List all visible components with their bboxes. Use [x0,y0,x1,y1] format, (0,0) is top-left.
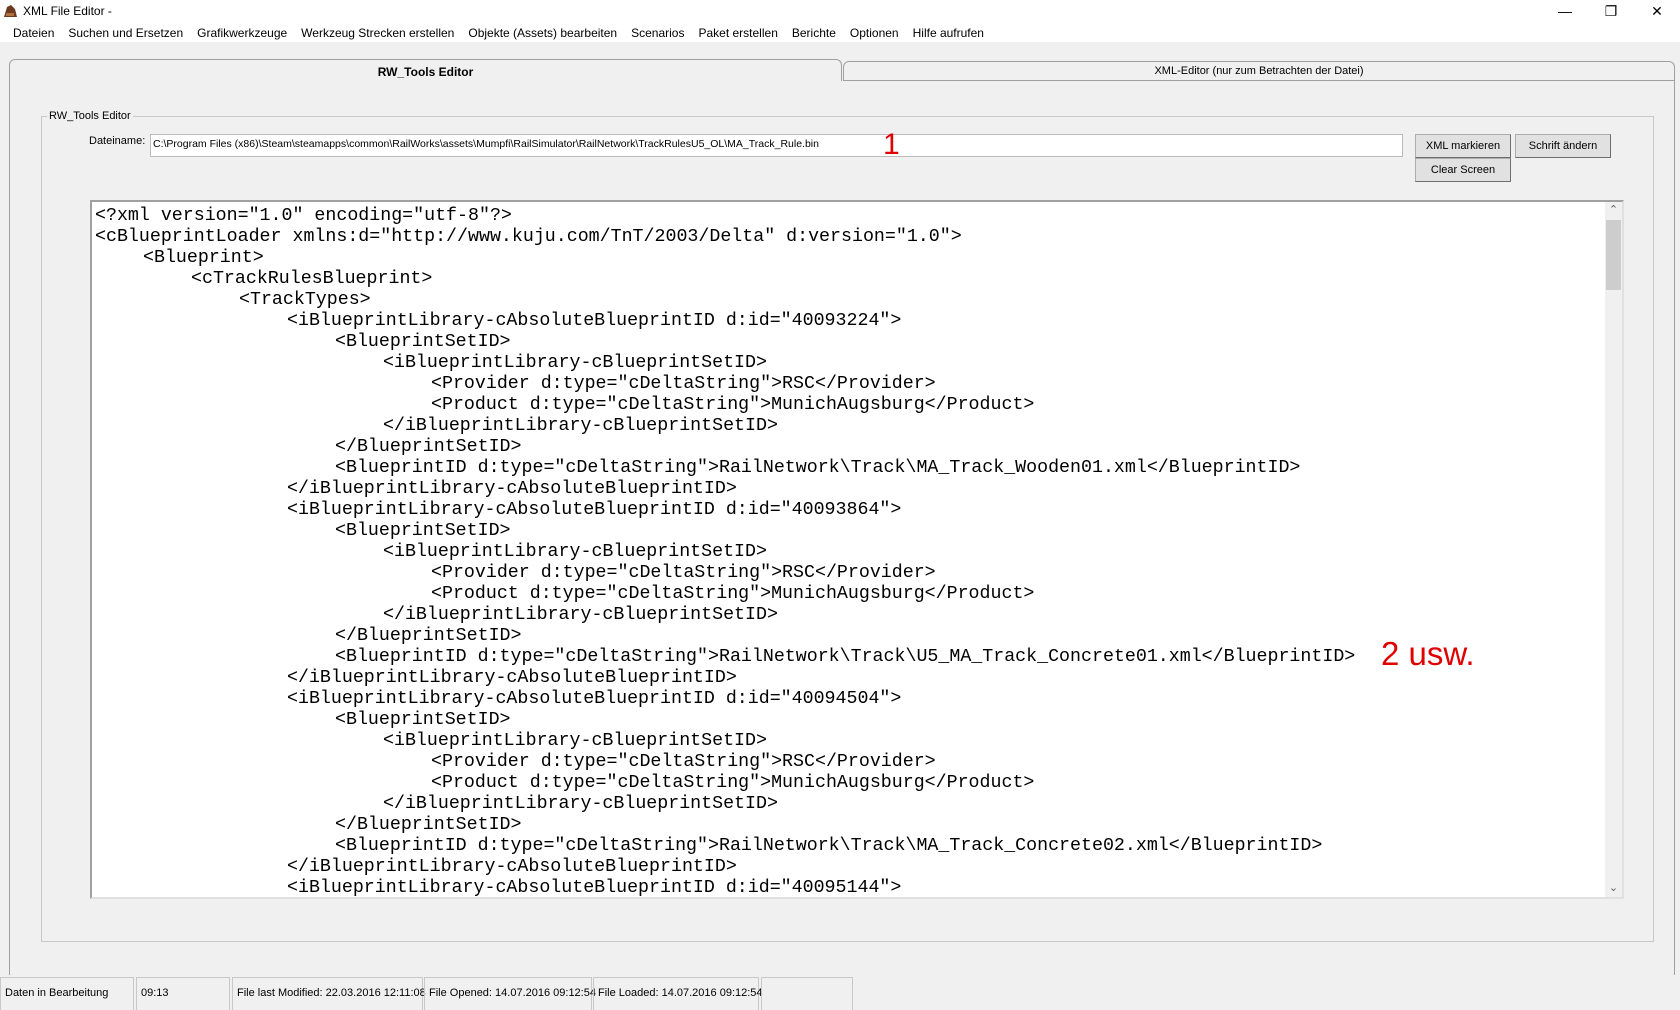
scroll-up-icon[interactable]: ⌃ [1605,202,1622,219]
menu-strecken-erstellen[interactable]: Werkzeug Strecken erstellen [294,22,461,42]
xml-line: <BlueprintSetID> [335,332,511,352]
app-icon [4,5,17,17]
xml-line: <Product d:type="cDeltaString">MunichAug… [431,584,1035,604]
xml-line: <iBlueprintLibrary-cAbsoluteBlueprintID … [287,311,902,331]
menu-scenarios[interactable]: Scenarios [624,22,691,42]
status-loaded: File Loaded: 14.07.2016 09:12:54 [593,977,763,1010]
xml-line: <cTrackRulesBlueprint> [191,269,433,289]
menu-paket-erstellen[interactable]: Paket erstellen [691,22,784,42]
filename-input[interactable]: C:\Program Files (x86)\Steam\steamapps\c… [150,134,1403,157]
status-bar: Daten in Bearbeitung 09:13 File last Mod… [0,977,1680,1010]
status-opened: File Opened: 14.07.2016 09:12:54 [424,977,596,1010]
status-time: 09:13 [136,977,230,1010]
restore-button[interactable]: ❐ [1588,0,1634,22]
schrift-aendern-button[interactable]: Schrift ändern [1515,134,1611,158]
window-title: XML File Editor - [23,4,112,18]
xml-line: </iBlueprintLibrary-cAbsoluteBlueprintID… [287,857,737,877]
scroll-down-icon[interactable]: ⌄ [1605,880,1622,897]
menu-hilfe[interactable]: Hilfe aufrufen [906,22,991,42]
xml-line: </iBlueprintLibrary-cAbsoluteBlueprintID… [287,479,737,499]
xml-line: <?xml version="1.0" encoding="utf-8"?> [95,206,512,226]
menu-grafikwerkzeuge[interactable]: Grafikwerkzeuge [190,22,294,42]
tab-xml-editor[interactable]: XML-Editor (nur zum Betrachten der Datei… [843,61,1675,81]
group-box-label: RW_Tools Editor [47,110,133,122]
xml-line: <iBlueprintLibrary-cBlueprintSetID> [383,542,767,562]
xml-line: </iBlueprintLibrary-cBlueprintSetID> [383,416,778,436]
xml-line: <iBlueprintLibrary-cAbsoluteBlueprintID … [287,878,902,898]
xml-line: <BlueprintSetID> [335,710,511,730]
xml-line: <iBlueprintLibrary-cAbsoluteBlueprintID … [287,689,902,709]
xml-line: <Blueprint> [143,248,264,268]
xml-line: </BlueprintSetID> [335,626,522,646]
menu-bar: Dateien Suchen und Ersetzen Grafikwerkze… [0,22,1680,42]
title-bar: XML File Editor - — ❐ ✕ [0,0,1680,22]
menu-objekte-bearbeiten[interactable]: Objekte (Assets) bearbeiten [461,22,624,42]
status-state: Daten in Bearbeitung [0,977,134,1010]
xml-line: <BlueprintSetID> [335,521,511,541]
menu-berichte[interactable]: Berichte [785,22,843,42]
xml-line: <BlueprintID d:type="cDeltaString">RailN… [335,458,1301,478]
xml-line: <cBlueprintLoader xmlns:d="http://www.ku… [95,227,962,247]
annotation-1: 1 [883,128,900,161]
xml-content: <?xml version="1.0" encoding="utf-8"?> <c… [95,206,1356,898]
status-last-modified: File last Modified: 22.03.2016 12:11:08 [232,977,426,1010]
xml-line: <TrackTypes> [239,290,371,310]
xml-line: </BlueprintSetID> [335,437,522,457]
xml-line: <iBlueprintLibrary-cBlueprintSetID> [383,731,767,751]
xml-line: </iBlueprintLibrary-cBlueprintSetID> [383,605,778,625]
filename-label: Dateiname: [89,135,146,147]
xml-text-area[interactable]: <?xml version="1.0" encoding="utf-8"?> <c… [90,200,1624,899]
minimize-button[interactable]: — [1542,0,1588,22]
status-empty [761,977,853,1010]
scroll-thumb[interactable] [1606,220,1621,290]
xml-line: </iBlueprintLibrary-cAbsoluteBlueprintID… [287,668,737,688]
tab-rw-tools-editor[interactable]: RW_Tools Editor [9,59,842,81]
xml-line: <Provider d:type="cDeltaString">RSC</Pro… [431,374,936,394]
xml-line: <Product d:type="cDeltaString">MunichAug… [431,773,1035,793]
xml-line: <Provider d:type="cDeltaString">RSC</Pro… [431,563,936,583]
menu-dateien[interactable]: Dateien [6,22,61,42]
menu-optionen[interactable]: Optionen [843,22,906,42]
xml-line: <Product d:type="cDeltaString">MunichAug… [431,395,1035,415]
xml-line: <BlueprintID d:type="cDeltaString">RailN… [335,836,1323,856]
xml-line: </iBlueprintLibrary-cBlueprintSetID> [383,794,778,814]
xml-markieren-button[interactable]: XML markieren [1415,134,1511,158]
annotation-2: 2 usw. [1381,635,1475,672]
xml-line: <iBlueprintLibrary-cAbsoluteBlueprintID … [287,500,902,520]
vertical-scrollbar[interactable]: ⌃ ⌄ [1605,202,1622,897]
close-button[interactable]: ✕ [1634,0,1680,22]
xml-line: <iBlueprintLibrary-cBlueprintSetID> [383,353,767,373]
xml-line: <Provider d:type="cDeltaString">RSC</Pro… [431,752,936,772]
xml-line: </BlueprintSetID> [335,815,522,835]
clear-screen-button[interactable]: Clear Screen [1415,158,1511,182]
xml-line: <BlueprintID d:type="cDeltaString">RailN… [335,647,1356,667]
menu-suchen-ersetzen[interactable]: Suchen und Ersetzen [61,22,190,42]
